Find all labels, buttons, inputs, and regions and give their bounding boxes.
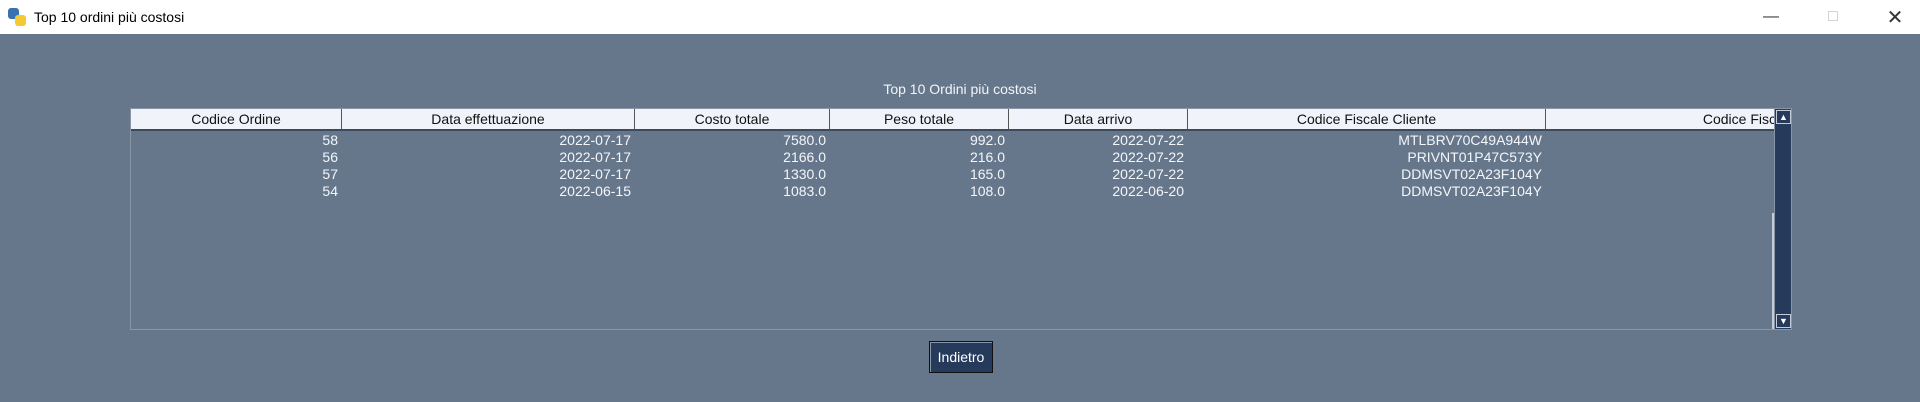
title-bar: Top 10 ordini più costosi — □ ✕ xyxy=(0,0,1920,34)
column-header[interactable]: Codice Ordine xyxy=(131,109,342,129)
table-cell: 165.0 xyxy=(969,166,1005,182)
table-row[interactable]: 57 2022-07-17 1330.0 165.0 2022-07-22 DDMSVT0… xyxy=(131,166,1776,183)
table-cell: 2022-06-15 xyxy=(559,183,631,199)
table-cell: 56 xyxy=(322,149,338,165)
window-title: Top 10 ordini più costosi xyxy=(34,9,185,25)
table-cell: 1083.0 xyxy=(783,183,826,199)
scroll-down-icon[interactable]: ▼ xyxy=(1776,314,1791,328)
close-button[interactable]: ✕ xyxy=(1872,0,1918,34)
table-cell xyxy=(1546,183,1776,200)
table-row[interactable]: 58 2022-07-17 7580.0 992.0 2022-07-22 MTLBRV7… xyxy=(131,132,1776,149)
table-cell: 2022-06-20 xyxy=(1112,183,1184,199)
minimize-button[interactable]: — xyxy=(1748,0,1794,34)
table-cell xyxy=(1546,132,1776,149)
table-cell: 2022-07-17 xyxy=(559,166,631,182)
table-cell: 2022-07-22 xyxy=(1112,149,1184,165)
table-body: 58 2022-07-17 7580.0 992.0 2022-07-22 MTLBRV7… xyxy=(131,132,1776,200)
table-cell xyxy=(1546,166,1776,183)
table-cell: 2022-07-17 xyxy=(559,149,631,165)
table-cell: 2022-07-17 xyxy=(559,132,631,148)
table-heading: Top 10 Ordini più costosi xyxy=(883,81,1037,97)
table-cell: 108.0 xyxy=(969,183,1005,199)
table-cell: 57 xyxy=(322,166,338,182)
table-cell: 2022-07-22 xyxy=(1112,132,1184,148)
table-cell xyxy=(1546,149,1776,166)
python-icon xyxy=(8,8,26,26)
table-row[interactable]: 54 2022-06-15 1083.0 108.0 2022-06-20 DDMSVT0… xyxy=(131,183,1776,200)
table-cell: 2022-07-22 xyxy=(1112,166,1184,182)
table-header: Codice Ordine Data effettuazione Costo tot… xyxy=(131,109,1776,131)
column-header[interactable]: Data arrivo xyxy=(1009,109,1188,129)
table-cell: 2166.0 xyxy=(783,149,826,165)
back-button[interactable]: Indietro xyxy=(929,341,993,373)
column-header[interactable]: Codice Fisc xyxy=(1546,109,1776,129)
table-cell: DDMSVT02A23F104Y xyxy=(1401,183,1542,199)
column-header[interactable]: Costo totale xyxy=(635,109,830,129)
column-header[interactable]: Data effettuazione xyxy=(342,109,635,129)
table-cell: DDMSVT02A23F104Y xyxy=(1401,166,1542,182)
table-row[interactable]: 56 2022-07-17 2166.0 216.0 2022-07-22 PRIVNT0… xyxy=(131,149,1776,166)
table-cell: MTLBRV70C49A944W xyxy=(1398,132,1542,148)
table-cell: 992.0 xyxy=(969,132,1005,148)
table-cell: 1330.0 xyxy=(783,166,826,182)
column-header[interactable]: Codice Fiscale Cliente xyxy=(1188,109,1546,129)
maximize-button[interactable]: □ xyxy=(1810,0,1856,34)
table-cell: 58 xyxy=(322,132,338,148)
table-cell: PRIVNT01P47C573Y xyxy=(1407,149,1542,165)
vertical-scrollbar[interactable]: ▲ ▼ xyxy=(1774,109,1791,329)
table-cell: 54 xyxy=(322,183,338,199)
table-cell: 7580.0 xyxy=(783,132,826,148)
scroll-up-icon[interactable]: ▲ xyxy=(1776,110,1791,124)
table-cell: 216.0 xyxy=(969,149,1005,165)
orders-table: Codice Ordine Data effettuazione Costo tot… xyxy=(130,108,1792,330)
column-header[interactable]: Peso totale xyxy=(830,109,1009,129)
